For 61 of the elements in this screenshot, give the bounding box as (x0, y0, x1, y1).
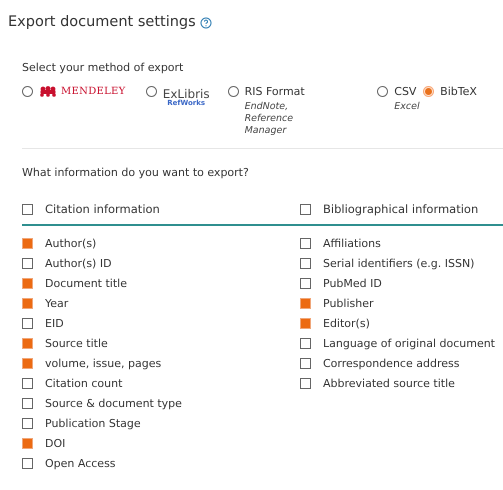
checkbox-label: Author(s) ID (45, 256, 112, 272)
checkbox[interactable] (22, 238, 33, 250)
brand-name: MENDELEY (61, 85, 126, 100)
brand-name: ExLibris (162, 88, 210, 100)
option-label: BibTeX (440, 84, 477, 100)
checkbox[interactable] (22, 458, 33, 470)
checkbox[interactable] (22, 204, 33, 216)
radio-button[interactable] (146, 86, 157, 98)
checkbox-label: Open Access (45, 456, 116, 472)
option-label: RIS Format (244, 84, 306, 100)
radio-button[interactable] (228, 86, 239, 98)
checkbox[interactable] (300, 298, 311, 310)
checkbox-label: Publication Stage (45, 416, 141, 432)
checkbox[interactable] (22, 278, 33, 290)
radio-button[interactable] (377, 86, 388, 98)
checkbox-label: Citation count (45, 376, 122, 392)
radio-button[interactable] (423, 86, 434, 98)
checkbox-label: Abbreviated source title (323, 376, 455, 392)
checkbox-label: Editor(s) (323, 316, 370, 332)
checkbox-label: Language of original document (323, 336, 495, 352)
checkbox-label: Source title (45, 336, 108, 352)
checkbox-label: Year (45, 296, 68, 312)
checkbox[interactable] (300, 278, 311, 290)
checkbox[interactable] (22, 418, 33, 430)
option-label: CSV (394, 84, 418, 100)
checkbox-label: Affiliations (323, 236, 381, 252)
checkbox[interactable] (22, 318, 33, 330)
option-note: Excel (394, 100, 420, 113)
checkbox-label: Correspondence address (323, 356, 460, 372)
mendeley-logo-icon (39, 86, 57, 98)
group-label: Citation information (45, 201, 160, 218)
group-label: Bibliographical information (323, 201, 478, 218)
checkbox-label: Document title (45, 276, 127, 292)
checkbox[interactable] (300, 378, 311, 390)
checkbox[interactable] (22, 358, 33, 370)
checkbox[interactable] (300, 318, 311, 330)
checkbox[interactable] (22, 258, 33, 270)
checkbox-label: volume, issue, pages (45, 356, 162, 372)
checkbox-label: EID (45, 316, 64, 332)
checkbox[interactable] (300, 338, 311, 350)
checkbox-label: Author(s) (45, 236, 96, 252)
radio-button[interactable] (22, 86, 33, 98)
checkbox-label: PubMed ID (323, 276, 382, 292)
question-text: What information do you want to export? (21, 165, 250, 182)
section-label: Select your method of export (22, 60, 184, 76)
checkbox[interactable] (300, 258, 311, 270)
help-icon[interactable] (200, 16, 212, 29)
checkbox-label: Publisher (323, 296, 374, 312)
checkbox-label: Source & document type (45, 396, 182, 412)
page-title: Export document settings (8, 13, 196, 32)
checkbox-label: DOI (45, 436, 66, 452)
checkbox[interactable] (300, 358, 311, 370)
option-note: EndNote, Reference Manager (244, 100, 294, 136)
checkbox[interactable] (22, 398, 33, 410)
checkbox[interactable] (22, 378, 33, 390)
checkbox[interactable] (300, 204, 311, 216)
checkbox[interactable] (22, 338, 33, 350)
checkbox[interactable] (22, 438, 33, 450)
checkbox[interactable] (300, 238, 311, 250)
checkbox[interactable] (22, 298, 33, 310)
checkbox-label: Serial identifiers (e.g. ISSN) (323, 256, 474, 272)
